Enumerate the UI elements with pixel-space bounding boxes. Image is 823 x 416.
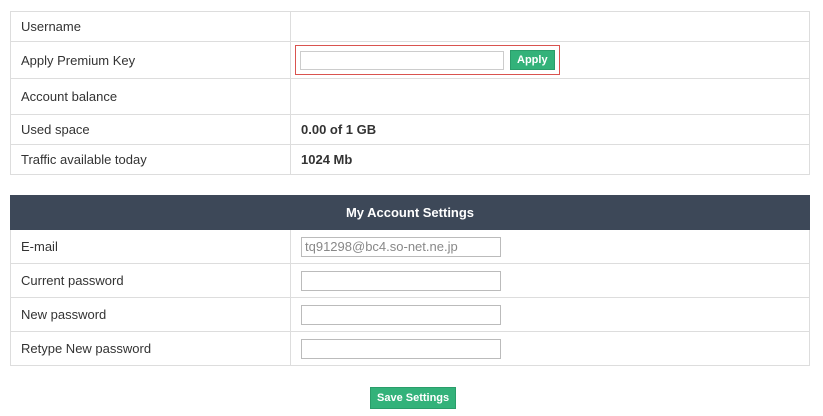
- email-label: E-mail: [10, 229, 291, 264]
- new-password-row: New password: [10, 297, 810, 332]
- used-space-row: Used space 0.00 of 1 GB: [10, 114, 810, 145]
- retype-password-cell: [290, 331, 810, 366]
- settings-header: My Account Settings: [10, 195, 810, 230]
- premium-key-input[interactable]: [300, 50, 504, 70]
- traffic-label: Traffic available today: [10, 144, 291, 175]
- current-password-field[interactable]: [301, 270, 501, 291]
- settings-header-row: My Account Settings: [10, 195, 810, 230]
- used-space-label: Used space: [10, 114, 291, 145]
- premium-key-box: Apply: [295, 45, 560, 75]
- account-balance-value: [290, 78, 810, 115]
- account-info-table: Username Apply Premium Key Apply Account…: [10, 11, 810, 175]
- used-space-value: 0.00 of 1 GB: [290, 114, 810, 145]
- new-password-field[interactable]: [301, 304, 501, 325]
- account-balance-row: Account balance: [10, 78, 810, 115]
- current-password-label: Current password: [10, 263, 291, 298]
- username-value: [290, 11, 810, 42]
- email-field[interactable]: [301, 236, 501, 257]
- traffic-row: Traffic available today 1024 Mb: [10, 144, 810, 175]
- new-password-cell: [290, 297, 810, 332]
- account-settings-table: My Account Settings E-mail Current passw…: [10, 195, 810, 366]
- retype-password-label: Retype New password: [10, 331, 291, 366]
- traffic-value: 1024 Mb: [290, 144, 810, 175]
- save-settings-button[interactable]: Save Settings: [370, 387, 457, 409]
- current-password-row: Current password: [10, 263, 810, 298]
- apply-button[interactable]: Apply: [510, 50, 555, 70]
- premium-key-row: Apply Premium Key Apply: [10, 41, 810, 79]
- username-label: Username: [10, 11, 291, 42]
- account-balance-label: Account balance: [10, 78, 291, 115]
- username-row: Username: [10, 11, 810, 42]
- email-cell: [290, 229, 810, 264]
- email-row: E-mail: [10, 229, 810, 264]
- new-password-label: New password: [10, 297, 291, 332]
- premium-key-label: Apply Premium Key: [10, 41, 291, 79]
- current-password-cell: [290, 263, 810, 298]
- retype-password-field[interactable]: [301, 338, 501, 359]
- retype-password-row: Retype New password: [10, 331, 810, 366]
- premium-key-cell: Apply: [290, 41, 810, 79]
